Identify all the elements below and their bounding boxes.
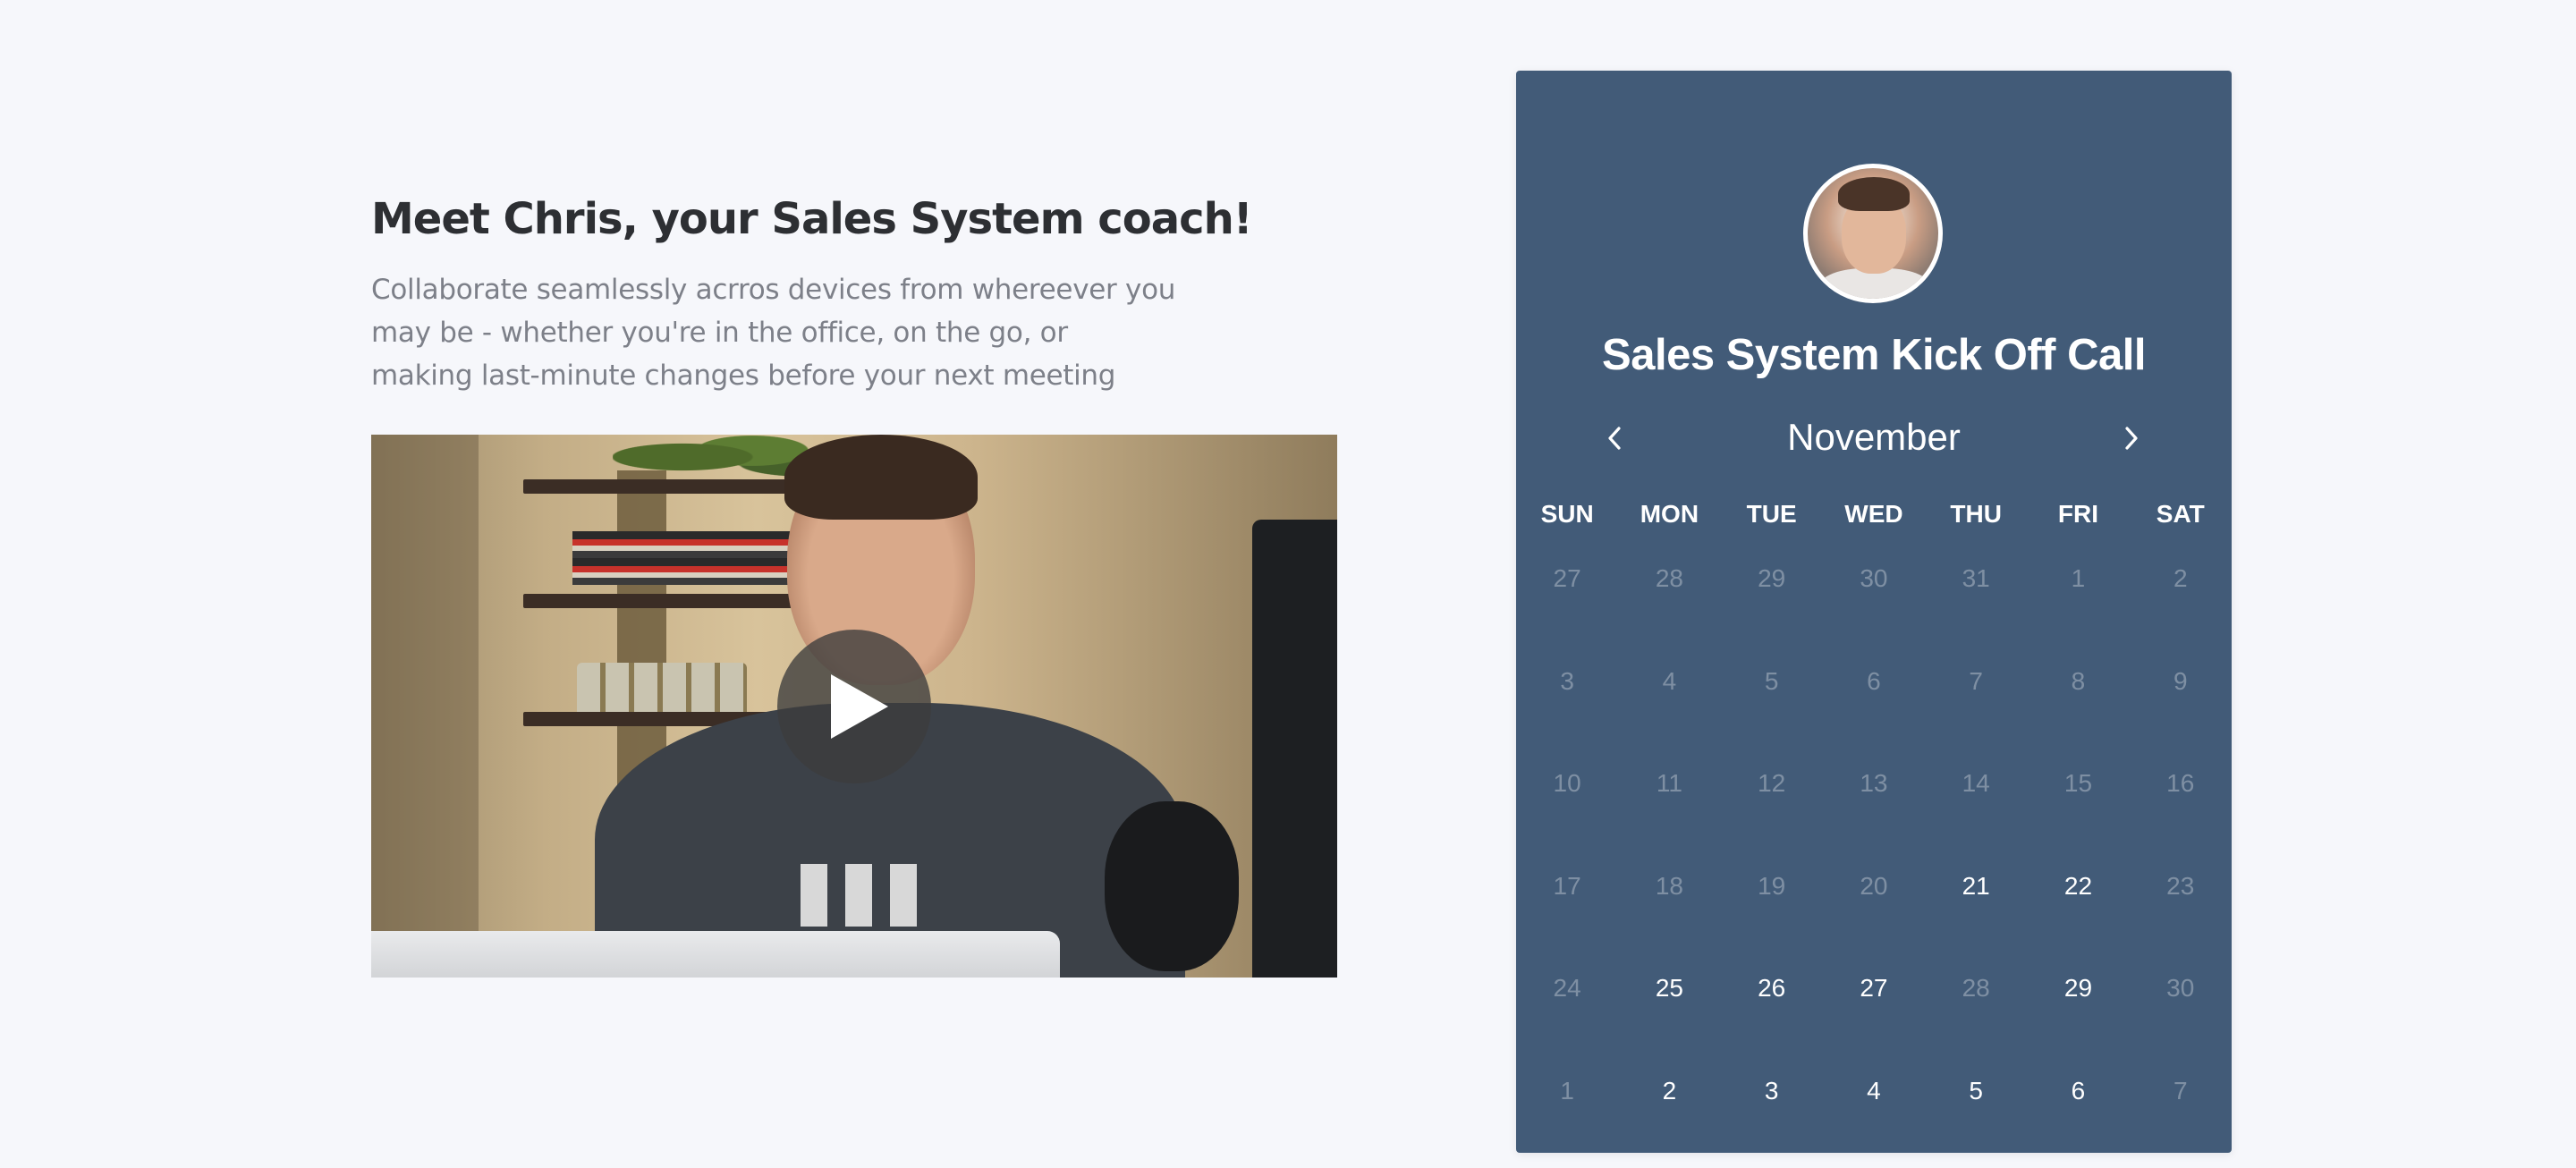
calendar-day-unavailable: 9 [2173, 666, 2188, 695]
calendar-day-available[interactable]: 22 [2027, 868, 2129, 971]
video-person-hair [784, 435, 978, 520]
weekday-label: TUE [1746, 500, 1797, 528]
calendar-day-unavailable: 11 [1656, 769, 1682, 797]
calendar-day-unavailable: 3 [1560, 666, 1574, 695]
weekday-label: WED [1844, 500, 1903, 528]
calendar-day-unavailable: 13 [1860, 769, 1888, 797]
calendar-day-unavailable: 10 [1553, 769, 1581, 797]
calendar-day-unavailable: 31 [1962, 564, 1990, 592]
calendar-day-unavailable: 15 [2063, 769, 2093, 797]
weekday-label: SUN [1540, 500, 1594, 528]
calendar-day-unavailable: 27 [1553, 564, 1581, 592]
event-title: Sales System Kick Off Call [1602, 331, 2146, 379]
calendar-day-unavailable: 28 [1962, 974, 1990, 1002]
video-shirt-logo [801, 864, 935, 927]
calendar-day-available[interactable]: 4 [1823, 1073, 1925, 1168]
calendar-day-unavailable: 17 [1553, 871, 1581, 900]
calendar-day-unavailable: 2 [2173, 564, 2188, 592]
play-button[interactable] [777, 630, 931, 783]
video-jars [577, 663, 747, 712]
calendar-day-unavailable: 19 [1758, 871, 1786, 900]
calendar-day-unavailable: 24 [1553, 974, 1581, 1002]
chevron-left-icon [1608, 427, 1621, 450]
calendar-day-unavailable: 29 [1758, 564, 1786, 592]
calendar-day-available[interactable]: 5 [1925, 1073, 2027, 1168]
calendar-day-unavailable: 16 [2166, 769, 2195, 797]
calendar-day-available[interactable]: 25 [1618, 970, 1720, 1073]
calendar-days-grid: 27 28 29 30 31 1 2 3 4 5 6 7 8 9 10 11 12 13 14 15 16 17 18 19 2… [1516, 561, 2232, 1168]
calendar-day-available[interactable]: 26 [1721, 970, 1823, 1073]
weekday-header: SUN MON TUE WED THU FRI SAT [1516, 500, 2232, 529]
month-navigation: November [1516, 410, 2232, 464]
video-books [572, 531, 805, 585]
calendar-day-unavailable: 28 [1655, 564, 1683, 592]
coach-avatar [1803, 164, 1943, 303]
calendar-day-unavailable: 23 [2166, 871, 2195, 900]
calendar-day-unavailable: 12 [1758, 769, 1786, 797]
weekday-label: FRI [2057, 500, 2099, 528]
calendar-day-unavailable: 18 [1655, 871, 1683, 900]
calendar-day-unavailable: 6 [1867, 666, 1881, 695]
calendar-day-unavailable: 7 [1969, 666, 1983, 695]
calendar-day-unavailable: 1 [2071, 564, 2086, 592]
intro-section: Meet Chris, your Sales System coach! Col… [371, 190, 1337, 397]
calendar-day-available[interactable]: 3 [1721, 1073, 1823, 1168]
prev-month-button[interactable] [1589, 410, 1643, 464]
calendar-day-available[interactable]: 2 [1618, 1073, 1720, 1168]
calendar-day-unavailable: 30 [2166, 974, 2195, 1002]
calendar-day-unavailable: 14 [1962, 769, 1990, 797]
play-icon [831, 674, 888, 739]
weekday-label: SAT [2156, 500, 2205, 528]
intro-description: Collaborate seamlessly acrros devices fr… [371, 274, 1176, 392]
video-laptop [371, 931, 1060, 978]
chevron-right-icon [2125, 427, 2138, 450]
calendar-day-unavailable: 4 [1662, 666, 1677, 695]
video-wall-shade [371, 435, 479, 978]
calendar-day-unavailable: 8 [2071, 666, 2086, 695]
page-headline: Meet Chris, your Sales System coach! [371, 194, 1253, 244]
calendar-day-available[interactable]: 6 [2027, 1073, 2129, 1168]
calendar-day-unavailable: 5 [1764, 666, 1779, 695]
video-monitor [1252, 520, 1337, 978]
calendar-day-unavailable: 1 [1560, 1076, 1574, 1105]
weekday-label: MON [1640, 500, 1699, 528]
weekday-label: THU [1950, 500, 2002, 528]
next-month-button[interactable] [2106, 410, 2160, 464]
calendar-day-available[interactable]: 21 [1925, 868, 2027, 971]
video-microphone [1105, 801, 1239, 971]
booking-calendar-card: Sales System Kick Off Call November SUN … [1516, 71, 2232, 1153]
avatar-hair [1838, 177, 1910, 211]
calendar-day-unavailable: 30 [1860, 564, 1888, 592]
coach-video[interactable] [371, 435, 1337, 978]
calendar-day-unavailable: 7 [2173, 1076, 2188, 1105]
calendar-day-unavailable: 20 [1860, 871, 1888, 900]
calendar-day-available[interactable]: 29 [2027, 970, 2129, 1073]
calendar-day-available[interactable]: 27 [1823, 970, 1925, 1073]
